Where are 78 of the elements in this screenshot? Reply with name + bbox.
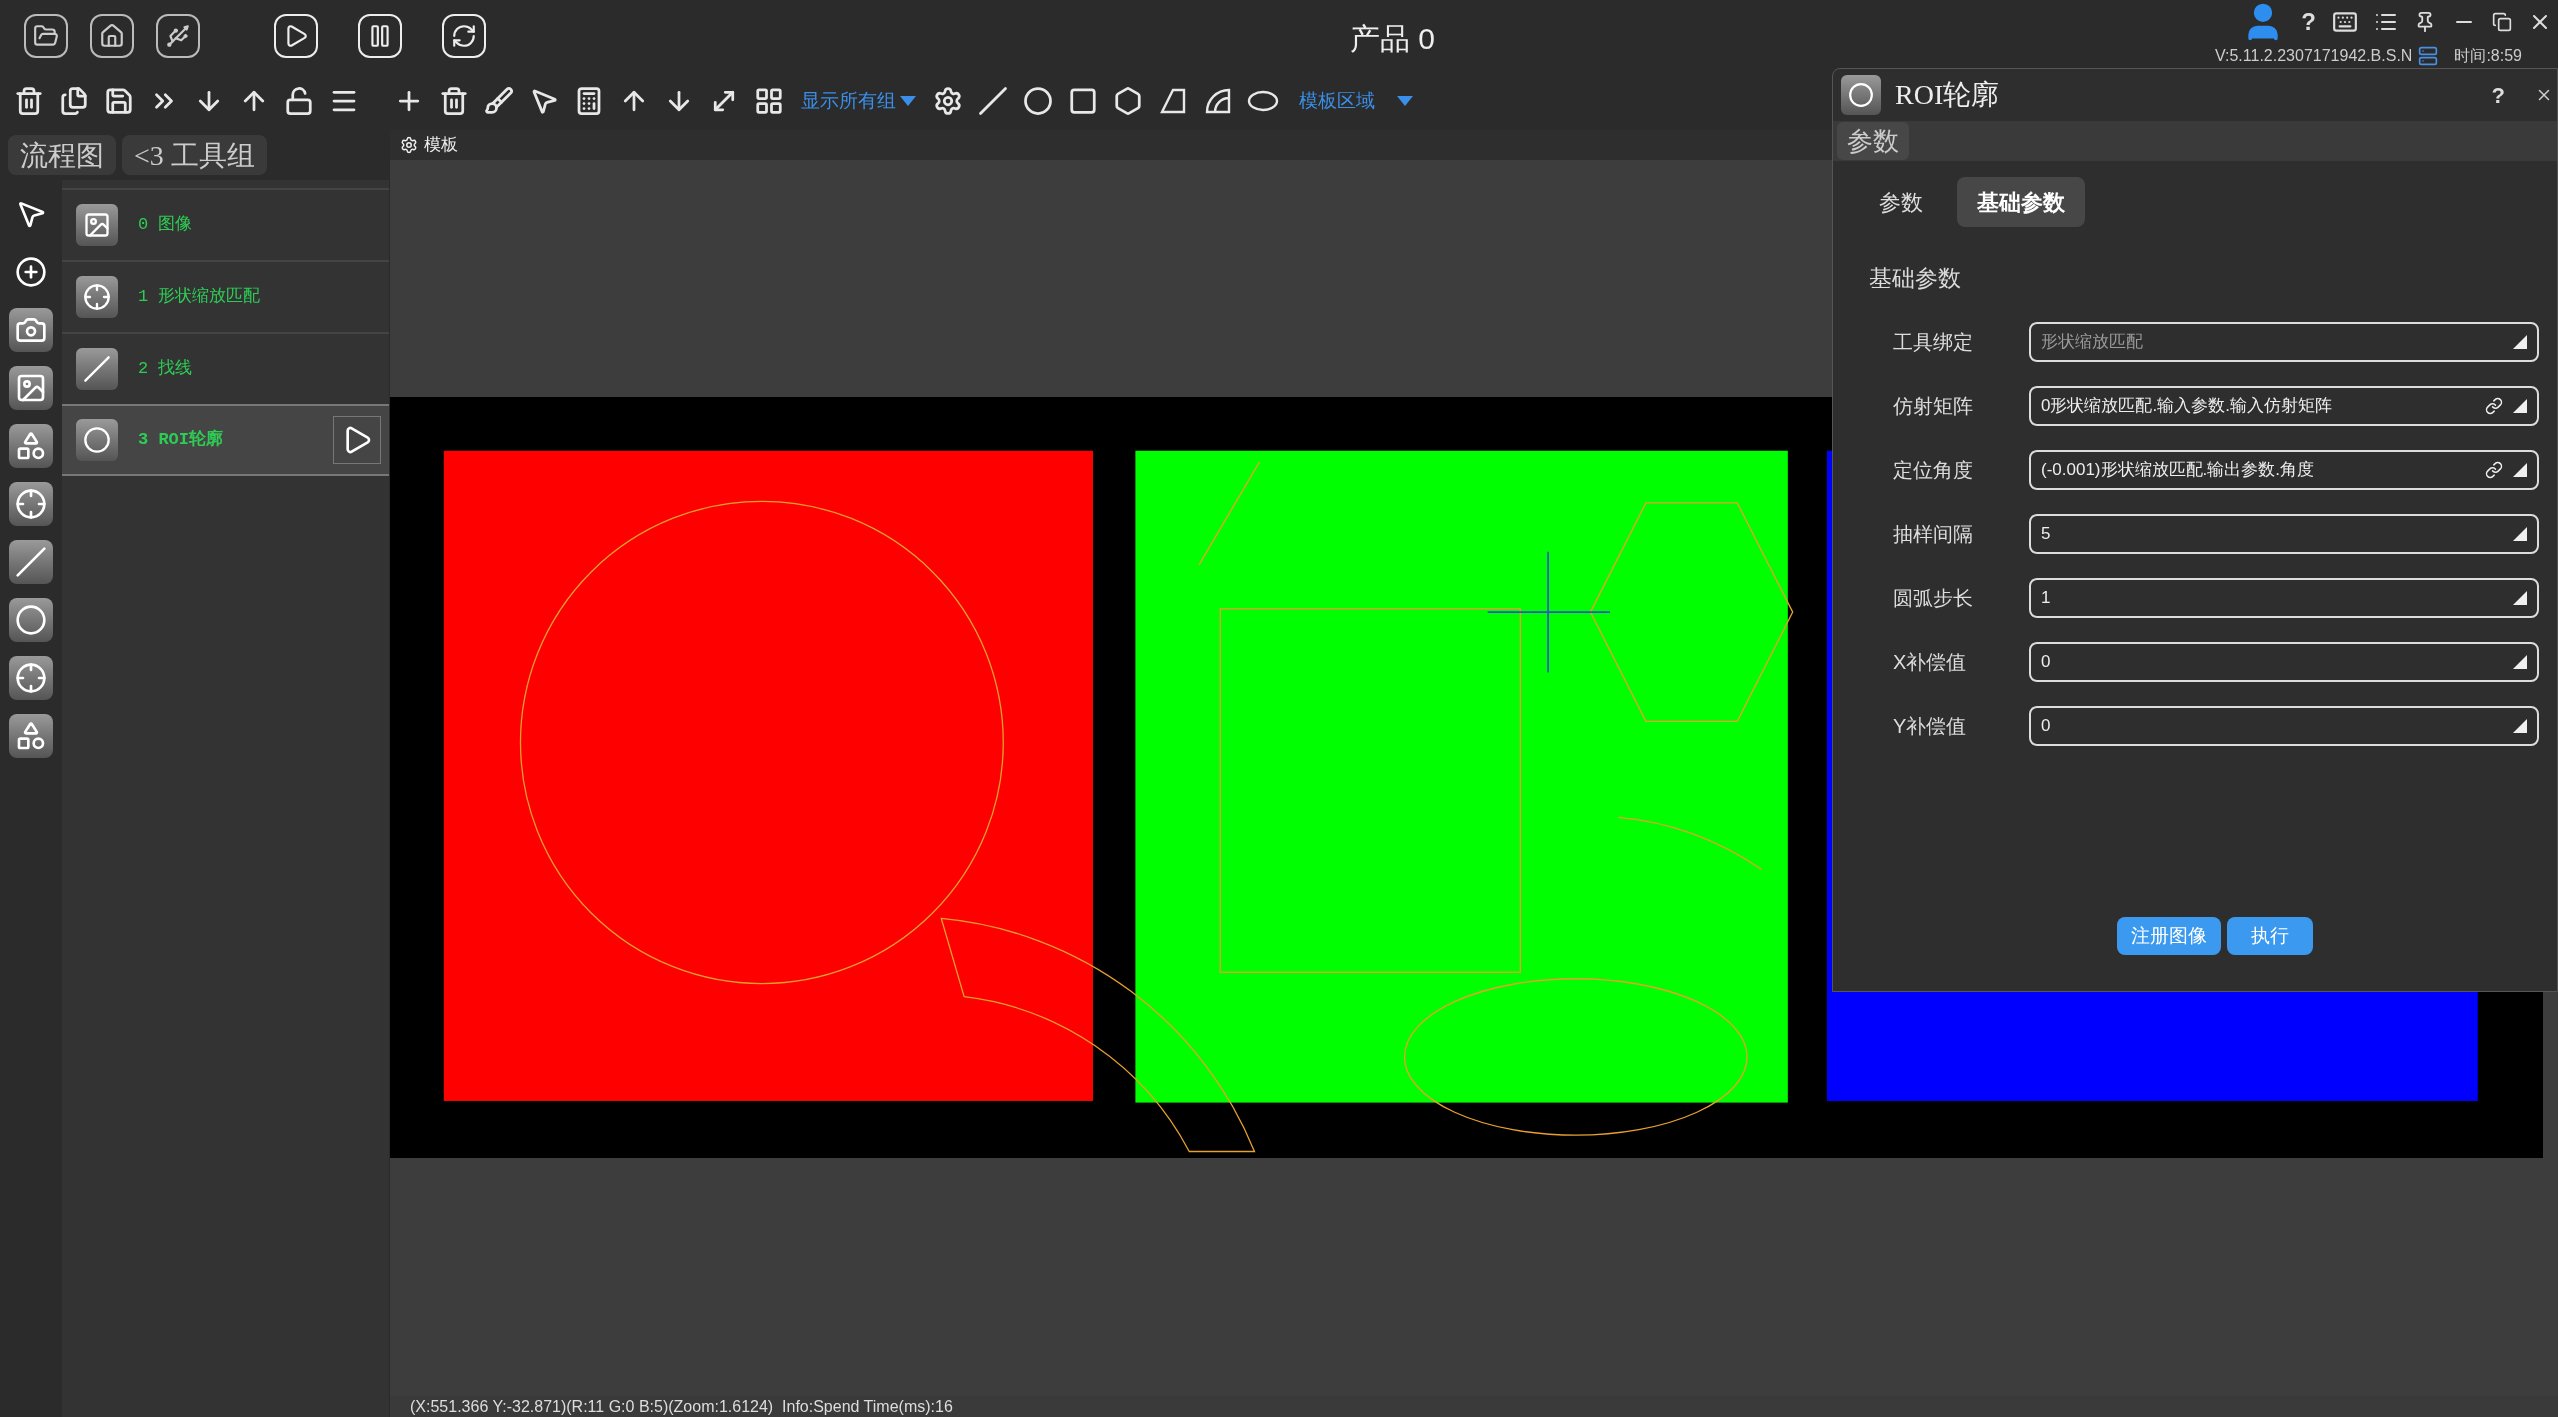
version-text: V:5.11.2.2307171942.B.S.N [2214, 46, 2413, 66]
sub-tab[interactable]: 基础参数 [1957, 177, 2085, 227]
folder-icon[interactable] [24, 14, 68, 58]
flow-item-label: 3 ROI轮廓 [138, 428, 223, 452]
tool-icon [76, 204, 118, 246]
panel-tab[interactable]: 参数 [1837, 122, 1909, 160]
field-value: 0 [2041, 650, 2052, 673]
settings-icon [400, 136, 418, 154]
field-label: 定位角度 [1893, 457, 1974, 483]
field-value: 5 [2041, 522, 2052, 545]
help-icon[interactable]: ? [2491, 78, 2505, 112]
tool-icon [76, 276, 118, 318]
field-label: 圆弧步长 [1893, 585, 1974, 611]
tool-icon [76, 348, 118, 390]
field-label: Y补偿值 [1893, 713, 1968, 739]
link-icon[interactable] [2485, 460, 2503, 479]
flow-item-label: 0 图像 [138, 214, 193, 237]
sub-tab[interactable]: 参数 [1859, 177, 1943, 227]
product-title: 产品 0 [1350, 21, 1436, 57]
refresh-icon[interactable] [442, 14, 486, 58]
dropdown-corner-icon [2513, 654, 2527, 669]
shapes-icon[interactable] [9, 714, 53, 758]
panel-title: ROI轮廓 [1895, 78, 2000, 112]
tool-icon [76, 419, 118, 461]
param-field[interactable]: 1 [2029, 577, 2539, 618]
roi-icon [1841, 75, 1881, 115]
dropdown-corner-icon [2513, 718, 2527, 733]
flow-item[interactable]: 0 图像 [62, 188, 389, 260]
image-icon[interactable] [9, 366, 53, 410]
param-field[interactable]: 0形状缩放匹配.输入参数.输入仿射矩阵 [2029, 385, 2539, 426]
crosshair-icon [1486, 551, 1611, 674]
field-label: 仿射矩阵 [1893, 393, 1974, 419]
field-label: X补偿值 [1893, 649, 1968, 675]
field-value: (-0.001)形状缩放匹配.输出参数.角度 [2041, 458, 2315, 481]
flow-item[interactable]: 3 ROI轮廓 [62, 404, 389, 476]
link-icon[interactable] [2485, 396, 2503, 415]
pause-icon[interactable] [358, 14, 402, 58]
dropdown-corner-icon [2513, 590, 2527, 605]
status-text: (X:551.366 Y:-32.871)(R:11 G:0 B:5)(Zoom:1.6124) Info:Spend Time(ms):16 [410, 1396, 953, 1417]
keyboard-icon[interactable] [2332, 9, 2358, 35]
field-value: 形状缩放匹配 [2041, 330, 2144, 353]
help-icon[interactable]: ? [2301, 4, 2316, 40]
home-icon[interactable] [90, 14, 134, 58]
play-icon[interactable] [274, 14, 318, 58]
usb-icon[interactable] [156, 14, 200, 58]
group-filter-dropdown[interactable]: 显示所有组 [795, 86, 922, 116]
time-text: 时间:8:59 [2454, 46, 2522, 66]
sidebar-tab[interactable]: <3 工具组 [122, 135, 267, 175]
crosshair-icon[interactable] [9, 656, 53, 700]
flow-item[interactable]: 1 形状缩放匹配 [62, 260, 389, 332]
field-value: 0 [2041, 714, 2052, 737]
canvas-tab[interactable]: 模板 [424, 132, 458, 158]
field-label: 抽样间隔 [1893, 521, 1974, 547]
flow-item-label: 2 找线 [138, 358, 193, 381]
caret-icon [900, 96, 916, 106]
crosshair-icon[interactable] [9, 482, 53, 526]
caret-icon [1397, 96, 1413, 106]
section-heading: 基础参数 [1868, 264, 1962, 293]
param-field[interactable]: 0 [2029, 641, 2539, 682]
dropdown-corner-icon [2513, 398, 2527, 413]
field-value: 1 [2041, 586, 2052, 609]
dropdown-corner-icon [2513, 462, 2527, 477]
sidebar-tab[interactable]: 流程图 [8, 135, 116, 175]
server-icon [2418, 46, 2439, 66]
param-field[interactable]: 形状缩放匹配 [2029, 321, 2539, 362]
param-field[interactable]: (-0.001)形状缩放匹配.输出参数.角度 [2029, 449, 2539, 490]
param-field[interactable]: 5 [2029, 513, 2539, 554]
param-field[interactable]: 0 [2029, 705, 2539, 746]
flow-item-label: 1 形状缩放匹配 [138, 286, 261, 309]
region-filter-dropdown[interactable]: 模板区域 [1289, 86, 1423, 116]
restore-icon[interactable] [2492, 12, 2512, 32]
camera-icon[interactable] [9, 308, 53, 352]
field-label: 工具绑定 [1893, 329, 1974, 355]
field-value: 0形状缩放匹配.输入参数.输入仿射矩阵 [2041, 394, 2333, 417]
dropdown-corner-icon [2513, 334, 2527, 349]
dropdown-corner-icon [2513, 526, 2527, 541]
run-icon[interactable] [333, 416, 381, 464]
shapes-icon[interactable] [9, 424, 53, 468]
